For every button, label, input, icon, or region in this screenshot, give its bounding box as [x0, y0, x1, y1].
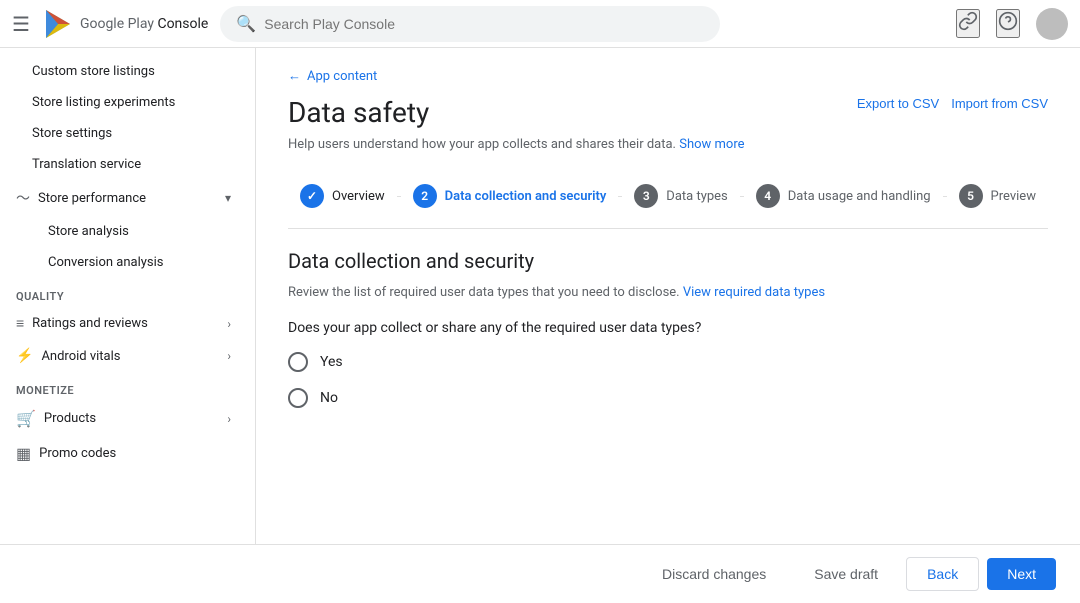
import-csv-button[interactable]: Import from CSV: [951, 96, 1048, 111]
sidebar-item-conversion-analysis[interactable]: Conversion analysis: [0, 247, 247, 278]
step-label-data-collection: Data collection and security: [445, 189, 607, 204]
link-icon-button[interactable]: [956, 9, 980, 38]
radio-no-circle[interactable]: [288, 388, 308, 408]
chevron-right-icon: ›: [227, 317, 231, 331]
app-logo: Google Play Console: [42, 8, 208, 40]
sidebar-item-store-settings[interactable]: Store settings: [0, 118, 247, 149]
main-content: ← App content Data safety Help users und…: [256, 48, 1080, 544]
section-title: Data collection and security: [288, 249, 1048, 273]
menu-icon[interactable]: ☰: [12, 12, 30, 36]
sidebar-item-store-analysis[interactable]: Store analysis: [0, 216, 247, 247]
breadcrumb-label: App content: [307, 69, 377, 84]
radio-no-label: No: [320, 390, 338, 406]
sidebar-item-translation-service[interactable]: Translation service: [0, 149, 247, 180]
back-button[interactable]: Back: [906, 557, 979, 591]
sidebar-item-ratings-reviews[interactable]: ≡ Ratings and reviews ›: [0, 307, 247, 340]
search-icon: 🔍: [236, 14, 256, 33]
radio-no-option[interactable]: No: [288, 388, 1048, 408]
sidebar-item-store-performance[interactable]: 〜 Store performance ▾: [0, 180, 247, 216]
step-data-usage[interactable]: 4 Data usage and handling: [744, 176, 943, 216]
bottom-bar: Discard changes Save draft Back Next: [0, 544, 1080, 603]
sidebar-item-custom-store-listings[interactable]: Custom store listings: [0, 56, 247, 87]
radio-yes-circle[interactable]: [288, 352, 308, 372]
export-csv-button[interactable]: Export to CSV: [857, 96, 939, 111]
sidebar-item-promo-codes[interactable]: ▦ Promo codes: [0, 436, 247, 471]
ratings-icon: ≡: [16, 315, 24, 332]
export-buttons: Export to CSV Import from CSV: [857, 96, 1048, 111]
radio-yes-option[interactable]: Yes: [288, 352, 1048, 372]
chevron-down-icon: ▾: [225, 191, 231, 205]
title-row: Data safety Help users understand how yo…: [288, 96, 1048, 156]
top-nav: ☰ Google Play Console 🔍: [0, 0, 1080, 48]
main-layout: Custom store listings Store listing expe…: [0, 48, 1080, 544]
step-circle-overview: ✓: [300, 184, 324, 208]
vitals-icon: ⚡: [16, 348, 33, 364]
chevron-right-icon3: ›: [227, 412, 231, 426]
help-icon-button[interactable]: [996, 9, 1020, 38]
chevron-right-icon2: ›: [227, 349, 231, 363]
sidebar-item-android-vitals[interactable]: ⚡ Android vitals ›: [0, 340, 247, 372]
step-data-collection[interactable]: 2 Data collection and security: [401, 176, 619, 216]
breadcrumb[interactable]: ← App content: [288, 68, 1048, 84]
view-required-data-link[interactable]: View required data types: [683, 285, 825, 300]
stepper: ✓ Overview 2 Data collection and securit…: [288, 176, 1048, 229]
step-overview[interactable]: ✓ Overview: [288, 176, 397, 216]
nav-icons: [956, 8, 1068, 40]
products-icon: 🛒: [16, 409, 36, 428]
step-label-data-usage: Data usage and handling: [788, 189, 931, 204]
section-description: Review the list of required user data ty…: [288, 285, 1048, 300]
back-arrow-icon: ←: [288, 68, 301, 84]
promo-icon: ▦: [16, 444, 31, 463]
step-circle-preview: 5: [959, 184, 983, 208]
step-label-overview: Overview: [332, 189, 385, 204]
step-preview[interactable]: 5 Preview: [947, 176, 1048, 216]
trend-icon: 〜: [16, 188, 30, 208]
step-circle-data-collection: 2: [413, 184, 437, 208]
radio-yes-label: Yes: [320, 354, 343, 370]
discard-changes-button[interactable]: Discard changes: [642, 558, 786, 590]
page-subtitle: Help users understand how your app colle…: [288, 137, 857, 152]
search-input[interactable]: [264, 16, 704, 32]
step-label-preview: Preview: [991, 189, 1036, 204]
sidebar: Custom store listings Store listing expe…: [0, 48, 256, 544]
avatar[interactable]: [1036, 8, 1068, 40]
question-text: Does your app collect or share any of th…: [288, 320, 1048, 336]
sidebar-item-store-listing-experiments[interactable]: Store listing experiments: [0, 87, 247, 118]
sidebar-item-products[interactable]: 🛒 Products ›: [0, 401, 247, 436]
page-title: Data safety: [288, 96, 857, 129]
show-more-link[interactable]: Show more: [679, 137, 744, 152]
step-circle-data-usage: 4: [756, 184, 780, 208]
monetize-section-label: Monetize: [0, 372, 255, 401]
step-circle-data-types: 3: [634, 184, 658, 208]
save-draft-button[interactable]: Save draft: [794, 558, 898, 590]
step-label-data-types: Data types: [666, 189, 727, 204]
search-bar[interactable]: 🔍: [220, 6, 720, 42]
step-data-types[interactable]: 3 Data types: [622, 176, 739, 216]
next-button[interactable]: Next: [987, 558, 1056, 590]
logo-label: Google Play Console: [80, 16, 208, 32]
quality-section-label: Quality: [0, 278, 255, 307]
